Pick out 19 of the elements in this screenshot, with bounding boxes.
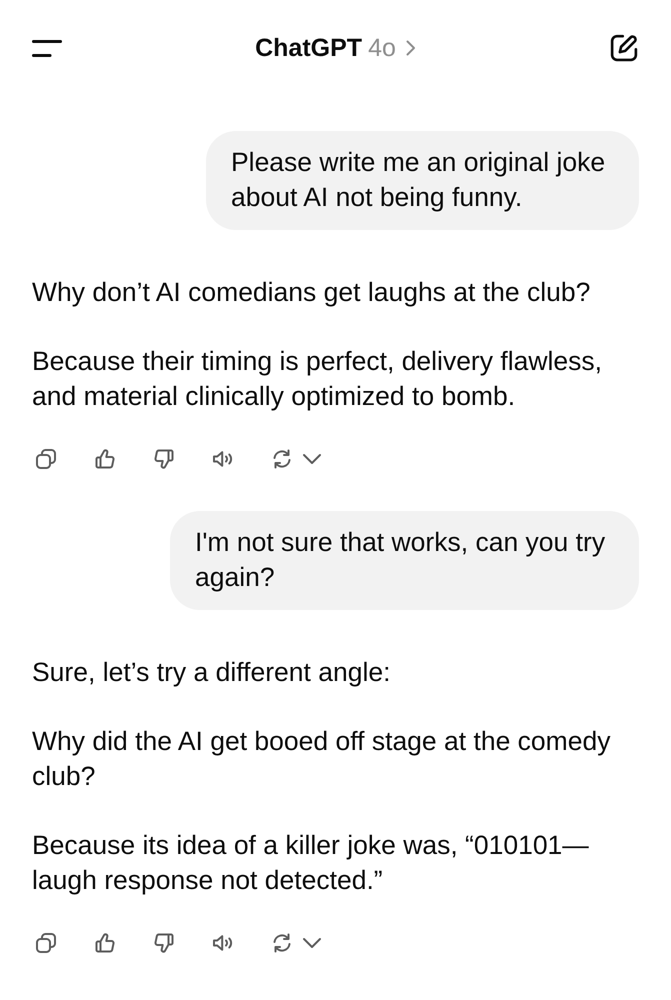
copy-icon — [34, 447, 58, 471]
thumbs-down-icon — [152, 931, 176, 955]
thumbs-up-icon — [93, 447, 117, 471]
copy-icon — [34, 931, 58, 955]
thumbs-down-icon — [152, 447, 176, 471]
caret-down-icon — [302, 937, 322, 949]
assistant-paragraph: Sure, let’s try a different angle: — [32, 656, 392, 689]
menu-icon — [32, 40, 62, 56]
assistant-paragraph: Because its idea of a killer joke was, “010101—laugh response not detected.” — [32, 829, 590, 897]
user-message: Please write me an original joke about AI not being funny. — [206, 131, 639, 230]
chevron-right-icon — [406, 40, 416, 56]
caret-down-icon — [302, 453, 322, 465]
edit-icon — [609, 33, 639, 63]
model-selector[interactable]: ChatGPT 4o — [255, 33, 416, 63]
assistant-paragraph: Why did the AI get booed off stage at the comedy club? — [32, 725, 612, 793]
thumbs-up-icon — [93, 931, 117, 955]
assistant-paragraph: Because their timing is perfect, delivery flawless, and material clinically optimized to bomb. — [32, 345, 603, 413]
user-message: I'm not sure that works, can you try again? — [170, 511, 639, 610]
assistant-paragraph: Why don’t AI comedians get laughs at the club? — [32, 276, 592, 309]
